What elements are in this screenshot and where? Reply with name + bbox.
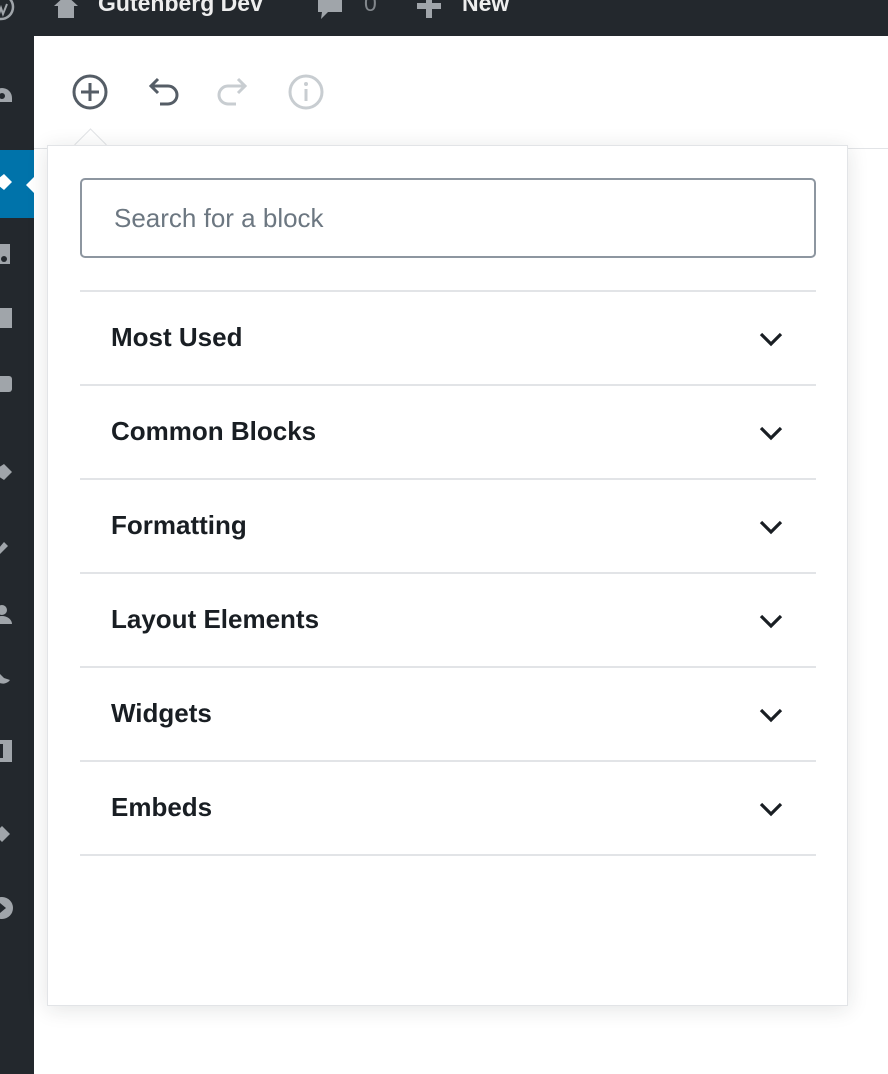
panel-common-blocks[interactable]: Common Blocks <box>80 384 816 478</box>
admin-bar: Gutenberg Dev 0 New <box>0 0 888 36</box>
collapse-menu-icon[interactable] <box>0 896 14 920</box>
info-icon <box>288 74 324 110</box>
panel-title: Common Blocks <box>111 416 317 446</box>
appearance-icon[interactable] <box>0 460 14 484</box>
comment-icon[interactable] <box>316 0 344 20</box>
panel-title: Layout Elements <box>111 604 320 634</box>
chevron-down-icon <box>759 708 783 723</box>
pages-icon[interactable] <box>0 306 14 330</box>
block-search-input[interactable] <box>80 178 816 258</box>
comments-menu-icon[interactable] <box>0 372 14 396</box>
panel-most-used[interactable]: Most Used <box>80 290 816 384</box>
block-category-list: Most Used Common Blocks Formatting Layou… <box>80 290 816 856</box>
tools-icon[interactable] <box>0 666 14 690</box>
chevron-down-icon <box>759 332 783 347</box>
undo-icon <box>148 77 179 106</box>
panel-formatting[interactable]: Formatting <box>80 478 816 572</box>
panel-title: Formatting <box>111 510 247 540</box>
undo-button[interactable] <box>142 72 182 112</box>
site-name-link[interactable]: Gutenberg Dev <box>98 0 263 17</box>
chevron-down-icon <box>759 426 783 441</box>
chevron-down-icon <box>759 614 783 629</box>
admin-menu <box>0 36 35 1074</box>
panel-widgets[interactable]: Widgets <box>80 666 816 760</box>
users-icon[interactable] <box>0 602 14 626</box>
chevron-down-icon <box>759 520 783 535</box>
redo-button[interactable] <box>214 72 254 112</box>
wordpress-logo-icon[interactable] <box>0 0 16 22</box>
plus-circle-icon <box>72 74 108 110</box>
redo-icon <box>217 77 248 106</box>
tag-icon[interactable] <box>0 822 14 846</box>
posts-pin-icon <box>0 174 12 190</box>
panel-title: Widgets <box>111 698 212 728</box>
chevron-down-icon <box>759 802 783 817</box>
content-info-button[interactable] <box>286 72 326 112</box>
editor-header <box>34 36 888 149</box>
plus-icon[interactable] <box>416 0 442 18</box>
panel-layout-elements[interactable]: Layout Elements <box>80 572 816 666</box>
dashboard-icon[interactable] <box>0 82 14 106</box>
home-icon[interactable] <box>52 0 80 18</box>
panel-embeds[interactable]: Embeds <box>80 760 816 856</box>
plugins-icon[interactable] <box>0 534 14 558</box>
new-content-link[interactable]: New <box>462 0 509 17</box>
settings-icon[interactable] <box>0 738 14 762</box>
panel-title: Most Used <box>111 322 243 352</box>
panel-title: Embeds <box>111 792 213 822</box>
media-icon[interactable] <box>0 242 14 266</box>
comment-count[interactable]: 0 <box>364 0 377 17</box>
current-menu-arrow <box>26 176 35 194</box>
inserter-toggle-button[interactable] <box>70 72 110 112</box>
